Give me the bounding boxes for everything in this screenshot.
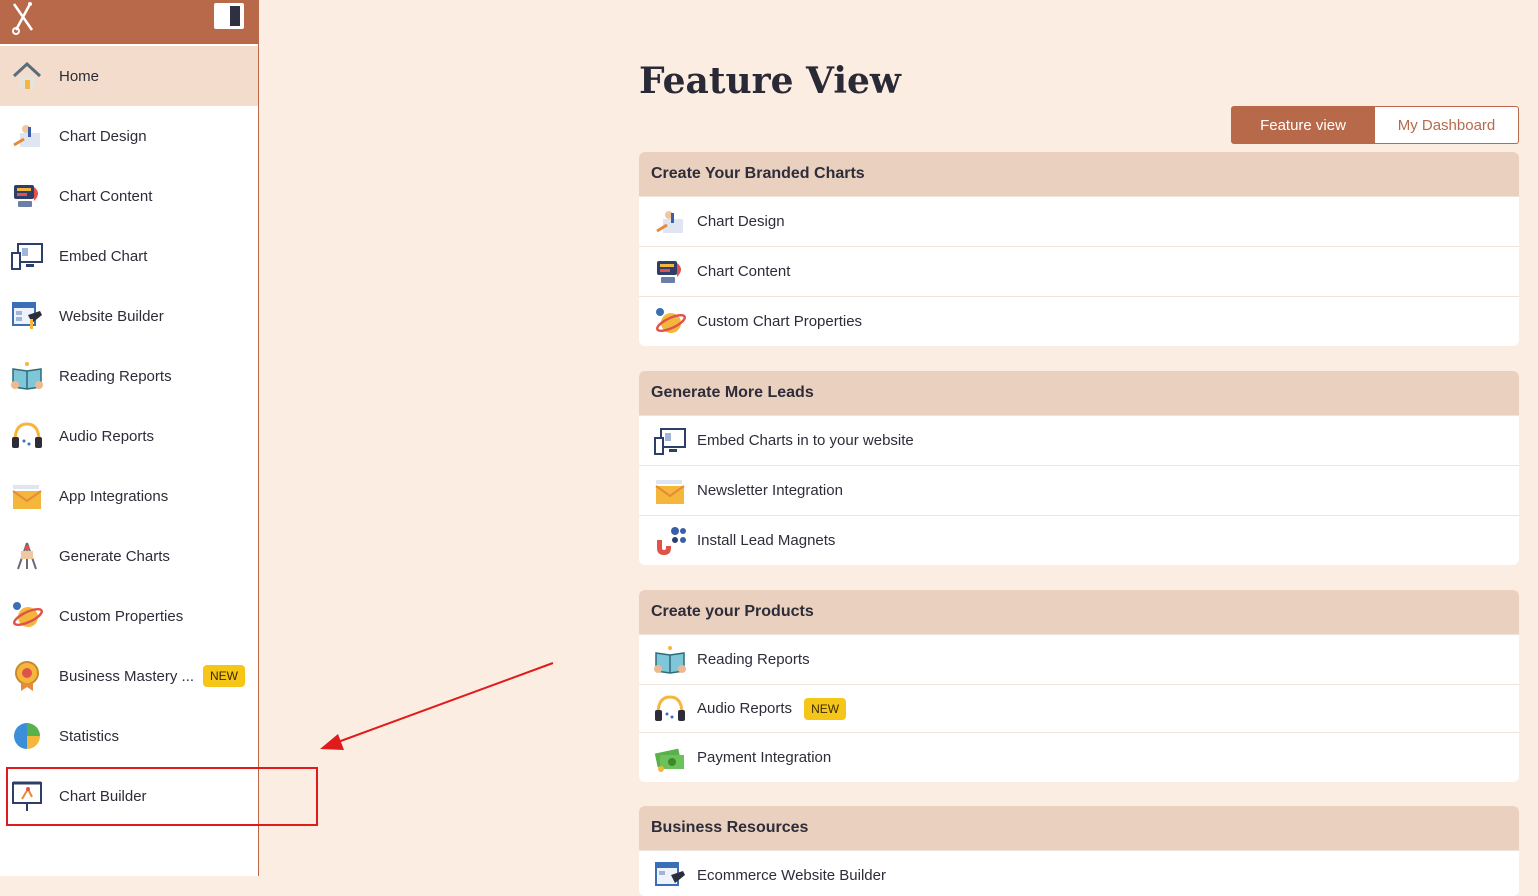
envelope-icon xyxy=(10,479,44,513)
list-item-label: Embed Charts in to your website xyxy=(697,432,914,449)
sidebar-item-chart-design[interactable]: Chart Design xyxy=(0,106,258,166)
list-item-chart-content[interactable]: Chart Content xyxy=(639,246,1519,296)
sidebar-item-statistics[interactable]: Statistics xyxy=(0,706,258,766)
planet-icon xyxy=(10,599,44,633)
list-item-label: Audio Reports xyxy=(697,700,793,717)
list-item-ecommerce-website-builder[interactable]: Ecommerce Website Builder xyxy=(639,850,1519,896)
sidebar-item-label: Website Builder xyxy=(59,307,164,325)
sidebar-item-audio-reports[interactable]: Audio Reports xyxy=(0,406,258,466)
list-item-audio-reports[interactable]: Audio Reports NEW xyxy=(639,684,1519,732)
new-badge: NEW xyxy=(203,665,245,687)
chart-design-icon xyxy=(10,119,44,153)
list-item-custom-chart-properties[interactable]: Custom Chart Properties xyxy=(639,296,1519,346)
chart-content-icon xyxy=(10,179,44,213)
sidebar-item-label: Chart Content xyxy=(59,187,153,205)
sidebar-item-label: Embed Chart xyxy=(59,247,148,265)
list-item-label: Reading Reports xyxy=(697,651,810,668)
planet-icon xyxy=(653,305,687,339)
magnet-icon xyxy=(653,524,687,558)
sidebar-item-app-integrations[interactable]: App Integrations xyxy=(0,466,258,526)
list-item-lead-magnets[interactable]: Install Lead Magnets xyxy=(639,515,1519,565)
logo-icon[interactable] xyxy=(8,0,40,36)
sidebar-item-business-mastery[interactable]: Business Mastery ... NEW xyxy=(0,646,258,706)
annotation-highlight-box xyxy=(6,767,318,826)
envelope-icon xyxy=(653,474,687,508)
sidebar-item-website-builder[interactable]: Website Builder xyxy=(0,286,258,346)
list-item-label: Payment Integration xyxy=(697,749,832,766)
my-dashboard-button[interactable]: My Dashboard xyxy=(1375,106,1519,144)
list-item-label: Install Lead Magnets xyxy=(697,532,836,549)
sidebar-item-label: Home xyxy=(59,67,100,85)
feature-view-button[interactable]: Feature view xyxy=(1231,106,1375,144)
sidebar-item-label: Custom Properties xyxy=(59,607,184,625)
section-title: Business Resources xyxy=(639,806,1519,850)
list-item-label: Chart Design xyxy=(697,213,785,230)
view-toggle: Feature view My Dashboard xyxy=(1231,106,1519,144)
sidebar-item-embed-chart[interactable]: Embed Chart xyxy=(0,226,258,286)
list-item-payment-integration[interactable]: Payment Integration xyxy=(639,732,1519,782)
sidebar-item-label: App Integrations xyxy=(59,487,169,505)
new-badge: NEW xyxy=(804,697,847,720)
sidebar-item-label: Statistics xyxy=(59,727,120,745)
page-title: Feature View xyxy=(639,60,901,102)
section-title: Create your Products xyxy=(639,590,1519,634)
section-branded-charts: Create Your Branded Charts Chart Design … xyxy=(639,152,1519,346)
list-item-chart-design[interactable]: Chart Design xyxy=(639,196,1519,246)
sidebar-item-label: Chart Design xyxy=(59,127,147,145)
chart-content-icon xyxy=(653,255,687,289)
headphones-icon xyxy=(653,692,687,726)
section-products: Create your Products Reading Reports Aud… xyxy=(639,590,1519,782)
list-item-newsletter-integration[interactable]: Newsletter Integration xyxy=(639,465,1519,515)
sidebar: Home Chart Design Chart Content Embed Ch… xyxy=(0,0,259,876)
money-icon xyxy=(653,741,687,775)
list-item-label-group: Audio Reports NEW xyxy=(697,697,847,720)
medal-icon xyxy=(10,659,44,693)
sidebar-item-reading-reports[interactable]: Reading Reports xyxy=(0,346,258,406)
chart-design-icon xyxy=(653,205,687,239)
collapse-sidebar-button[interactable] xyxy=(214,3,244,29)
website-builder-icon xyxy=(10,299,44,333)
reading-reports-icon xyxy=(10,359,44,393)
sidebar-item-generate-charts[interactable]: Generate Charts xyxy=(0,526,258,586)
sidebar-item-chart-content[interactable]: Chart Content xyxy=(0,166,258,226)
sidebar-item-custom-properties[interactable]: Custom Properties xyxy=(0,586,258,646)
pie-chart-icon xyxy=(10,719,44,753)
section-title: Generate More Leads xyxy=(639,371,1519,415)
section-business-resources: Business Resources Ecommerce Website Bui… xyxy=(639,806,1519,896)
embed-chart-icon xyxy=(10,239,44,273)
home-icon xyxy=(10,59,44,93)
sidebar-item-label: Generate Charts xyxy=(59,547,170,565)
sidebar-header xyxy=(0,0,258,44)
sidebar-item-label: Business Mastery ... xyxy=(59,667,195,685)
sidebar-item-home[interactable]: Home xyxy=(0,46,258,106)
list-item-label: Newsletter Integration xyxy=(697,482,843,499)
generate-charts-icon xyxy=(10,539,44,573)
sidebar-item-label: Reading Reports xyxy=(59,367,172,385)
sidebar-item-label: Audio Reports xyxy=(59,427,155,445)
section-title: Create Your Branded Charts xyxy=(639,152,1519,196)
section-more-leads: Generate More Leads Embed Charts in to y… xyxy=(639,371,1519,565)
headphones-icon xyxy=(10,419,44,453)
list-item-label: Chart Content xyxy=(697,263,791,280)
list-item-embed-charts[interactable]: Embed Charts in to your website xyxy=(639,415,1519,465)
list-item-reading-reports[interactable]: Reading Reports xyxy=(639,634,1519,684)
embed-chart-icon xyxy=(653,424,687,458)
list-item-label: Custom Chart Properties xyxy=(697,313,863,330)
reading-reports-icon xyxy=(653,643,687,677)
